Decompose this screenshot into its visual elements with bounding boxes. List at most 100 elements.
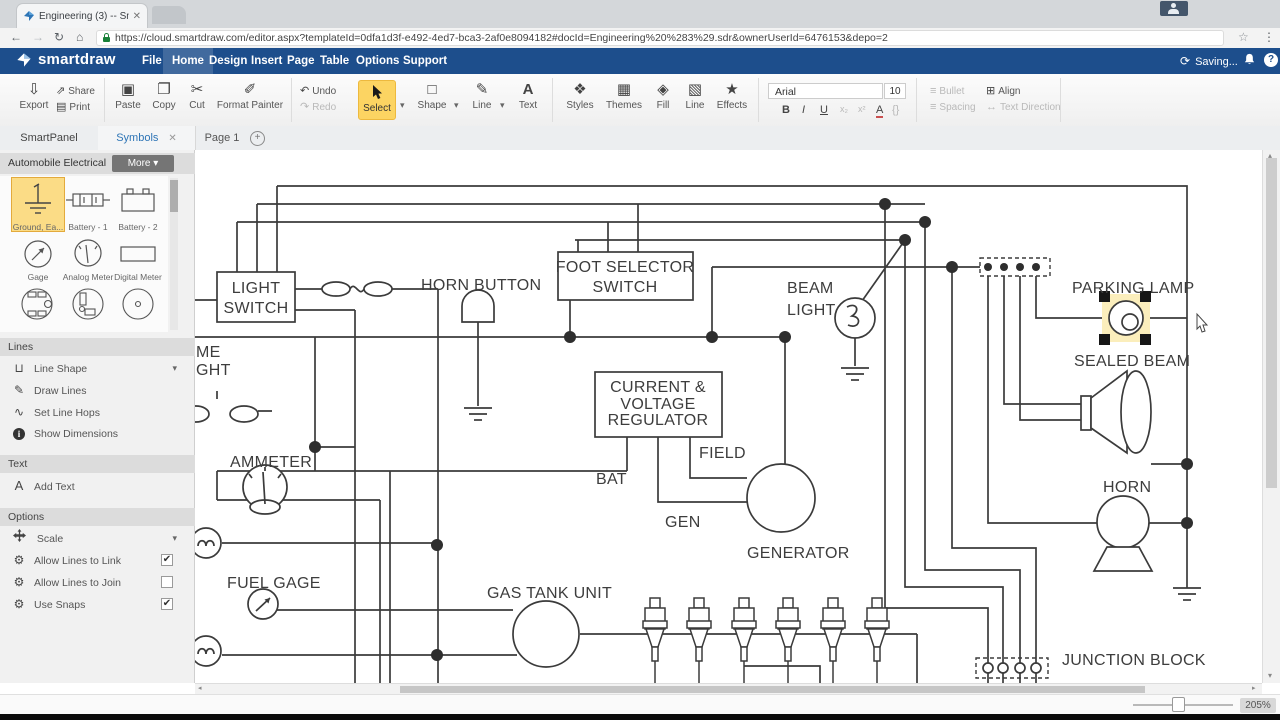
bullet-button[interactable]: ≡Bullet bbox=[930, 84, 964, 98]
symbol-digital-meter[interactable] bbox=[112, 234, 164, 274]
scale-caret[interactable]: ▾ bbox=[172, 528, 177, 548]
horizontal-scrollbar[interactable]: ◂ ▸ bbox=[195, 683, 1262, 694]
wiring-diagram[interactable]: LIGHT SWITCH FOOT SELECTOR SWITCH CURREN… bbox=[195, 150, 1262, 683]
ammeter-symbol[interactable] bbox=[243, 465, 287, 514]
select-tool-button[interactable]: Select bbox=[358, 80, 396, 120]
beam-light-symbol[interactable] bbox=[835, 298, 875, 338]
tab-symbols[interactable]: Symbols✕ bbox=[98, 126, 196, 150]
new-tab-button[interactable] bbox=[152, 6, 186, 24]
notifications-bell-icon[interactable] bbox=[1243, 53, 1256, 71]
symbol-battery-2[interactable] bbox=[112, 180, 164, 220]
panel-item-scale[interactable]: Scale▾ bbox=[0, 528, 195, 548]
scroll-down-icon[interactable]: ▾ bbox=[1268, 671, 1272, 680]
spacing-button[interactable]: ≡Spacing bbox=[930, 100, 976, 114]
print-button[interactable]: ▤Print bbox=[56, 100, 90, 114]
spark-connectors[interactable] bbox=[643, 598, 889, 683]
font-size-input[interactable]: 10 bbox=[884, 83, 906, 99]
underline-button[interactable]: U bbox=[820, 104, 828, 116]
panel-item-line-shape[interactable]: ⊔Line Shape▾ bbox=[0, 358, 195, 378]
text-direction-button[interactable]: ↔Text Direction bbox=[986, 100, 1061, 114]
vertical-scrollbar[interactable]: ▴ ▾ bbox=[1262, 150, 1280, 683]
line-style-button[interactable]: ▧Line bbox=[680, 80, 710, 111]
symbol-connector-1[interactable] bbox=[12, 284, 64, 324]
superscript-button[interactable]: x² bbox=[858, 104, 866, 114]
shape-dropdown-caret[interactable]: ▾ bbox=[454, 100, 459, 111]
font-color-button[interactable]: A bbox=[876, 104, 883, 118]
cut-button[interactable]: ✂Cut bbox=[182, 80, 212, 111]
panel-item-use-snaps[interactable]: ⚙Use Snaps✔ bbox=[0, 594, 195, 614]
back-icon[interactable]: ← bbox=[10, 30, 22, 44]
scroll-right-icon[interactable]: ▸ bbox=[1252, 684, 1256, 692]
insert-symbol-button[interactable]: {} bbox=[892, 104, 899, 116]
add-page-icon[interactable]: + bbox=[250, 131, 265, 146]
panel-item-allow-link[interactable]: ⚙Allow Lines to Link✔ bbox=[0, 550, 195, 570]
browser-tab[interactable]: Engineering (3) -- Smart ✕ bbox=[16, 3, 148, 28]
subscript-button[interactable]: x₂ bbox=[840, 104, 848, 114]
lamp-symbol[interactable] bbox=[195, 636, 221, 666]
junction-block[interactable] bbox=[976, 658, 1048, 678]
profile-icon[interactable] bbox=[1160, 1, 1188, 16]
gas-tank-symbol[interactable] bbox=[513, 601, 579, 667]
menu-support[interactable]: Support bbox=[394, 48, 456, 74]
generator-symbol[interactable] bbox=[747, 464, 815, 532]
line-tool-button[interactable]: ✎Line bbox=[466, 80, 498, 111]
panel-item-add-text[interactable]: AAdd Text bbox=[0, 476, 195, 496]
bold-button[interactable]: B bbox=[782, 104, 790, 116]
scroll-left-icon[interactable]: ◂ bbox=[198, 684, 202, 692]
symbol-analog-meter[interactable] bbox=[62, 234, 114, 274]
more-button[interactable]: More ▾ bbox=[112, 155, 174, 172]
parking-lamp-symbol-selected[interactable] bbox=[1099, 291, 1151, 345]
redo-button[interactable]: ↷Redo bbox=[300, 100, 336, 114]
align-button[interactable]: ⊞Align bbox=[986, 84, 1020, 98]
symbol-ground[interactable] bbox=[12, 180, 64, 220]
panel-item-show-dimensions[interactable]: iShow Dimensions bbox=[0, 424, 195, 444]
undo-button[interactable]: ↶Undo bbox=[300, 84, 336, 98]
copy-button[interactable]: ❐Copy bbox=[146, 80, 182, 111]
allow-link-checkbox[interactable]: ✔ bbox=[161, 554, 173, 566]
lamp-symbol[interactable] bbox=[195, 528, 221, 558]
symbol-connector-3[interactable] bbox=[112, 284, 164, 324]
tab-smartpanel[interactable]: SmartPanel bbox=[0, 126, 99, 150]
panel-item-set-line-hops[interactable]: ∿Set Line Hops bbox=[0, 402, 195, 422]
forward-icon[interactable]: → bbox=[32, 30, 44, 44]
italic-button[interactable]: I bbox=[802, 104, 805, 116]
panel-item-draw-lines[interactable]: ✎Draw Lines bbox=[0, 380, 195, 400]
fuel-gage-symbol[interactable] bbox=[248, 589, 278, 619]
font-family-input[interactable]: Arial bbox=[768, 83, 883, 99]
junction-strip[interactable] bbox=[980, 258, 1050, 276]
home-icon[interactable]: ⌂ bbox=[76, 30, 83, 44]
tab-close-icon[interactable]: ✕ bbox=[133, 11, 141, 22]
zoom-slider-thumb[interactable] bbox=[1172, 697, 1185, 712]
drawing-canvas[interactable]: LIGHT SWITCH FOOT SELECTOR SWITCH CURREN… bbox=[195, 150, 1262, 683]
refresh-icon[interactable]: ↻ bbox=[54, 30, 64, 44]
help-icon[interactable]: ? bbox=[1264, 53, 1278, 67]
sealed-beam-symbol[interactable] bbox=[1081, 371, 1151, 453]
styles-button[interactable]: ❖Styles bbox=[560, 80, 600, 111]
themes-button[interactable]: ▦Themes bbox=[602, 80, 646, 111]
vertical-scroll-thumb[interactable] bbox=[1266, 158, 1277, 488]
paste-button[interactable]: ▣Paste bbox=[110, 80, 146, 111]
browser-menu-icon[interactable]: ⋮ bbox=[1263, 30, 1275, 44]
text-tool-button[interactable]: AText bbox=[512, 80, 544, 111]
bookmark-star-icon[interactable]: ☆ bbox=[1238, 30, 1249, 44]
fill-button[interactable]: ◈Fill bbox=[648, 80, 678, 111]
select-dropdown-caret[interactable]: ▾ bbox=[400, 100, 405, 111]
symbol-connector-2[interactable] bbox=[62, 284, 114, 324]
horn-button-symbol[interactable] bbox=[462, 290, 494, 322]
allow-join-checkbox[interactable] bbox=[161, 576, 173, 588]
symbol-gage[interactable] bbox=[12, 234, 64, 274]
shape-tool-button[interactable]: □Shape bbox=[412, 80, 452, 111]
use-snaps-checkbox[interactable]: ✔ bbox=[161, 598, 173, 610]
tab-page1[interactable]: Page 1 bbox=[196, 126, 248, 150]
share-button[interactable]: ⇗Share bbox=[56, 84, 95, 98]
export-button[interactable]: ⇩Export bbox=[12, 80, 56, 111]
horizontal-scroll-thumb[interactable] bbox=[400, 686, 1145, 693]
panel-item-allow-join[interactable]: ⚙Allow Lines to Join bbox=[0, 572, 195, 592]
format-painter-button[interactable]: ✐Format Painter bbox=[212, 80, 288, 111]
symbol-grid-scrollbar[interactable] bbox=[170, 178, 178, 330]
effects-button[interactable]: ★Effects bbox=[712, 80, 752, 111]
horn-symbol[interactable] bbox=[1094, 496, 1152, 571]
address-input[interactable]: https://cloud.smartdraw.com/editor.aspx?… bbox=[96, 30, 1224, 46]
line-dropdown-caret[interactable]: ▾ bbox=[500, 100, 505, 111]
tab-symbols-close-icon[interactable]: ✕ bbox=[168, 133, 176, 144]
